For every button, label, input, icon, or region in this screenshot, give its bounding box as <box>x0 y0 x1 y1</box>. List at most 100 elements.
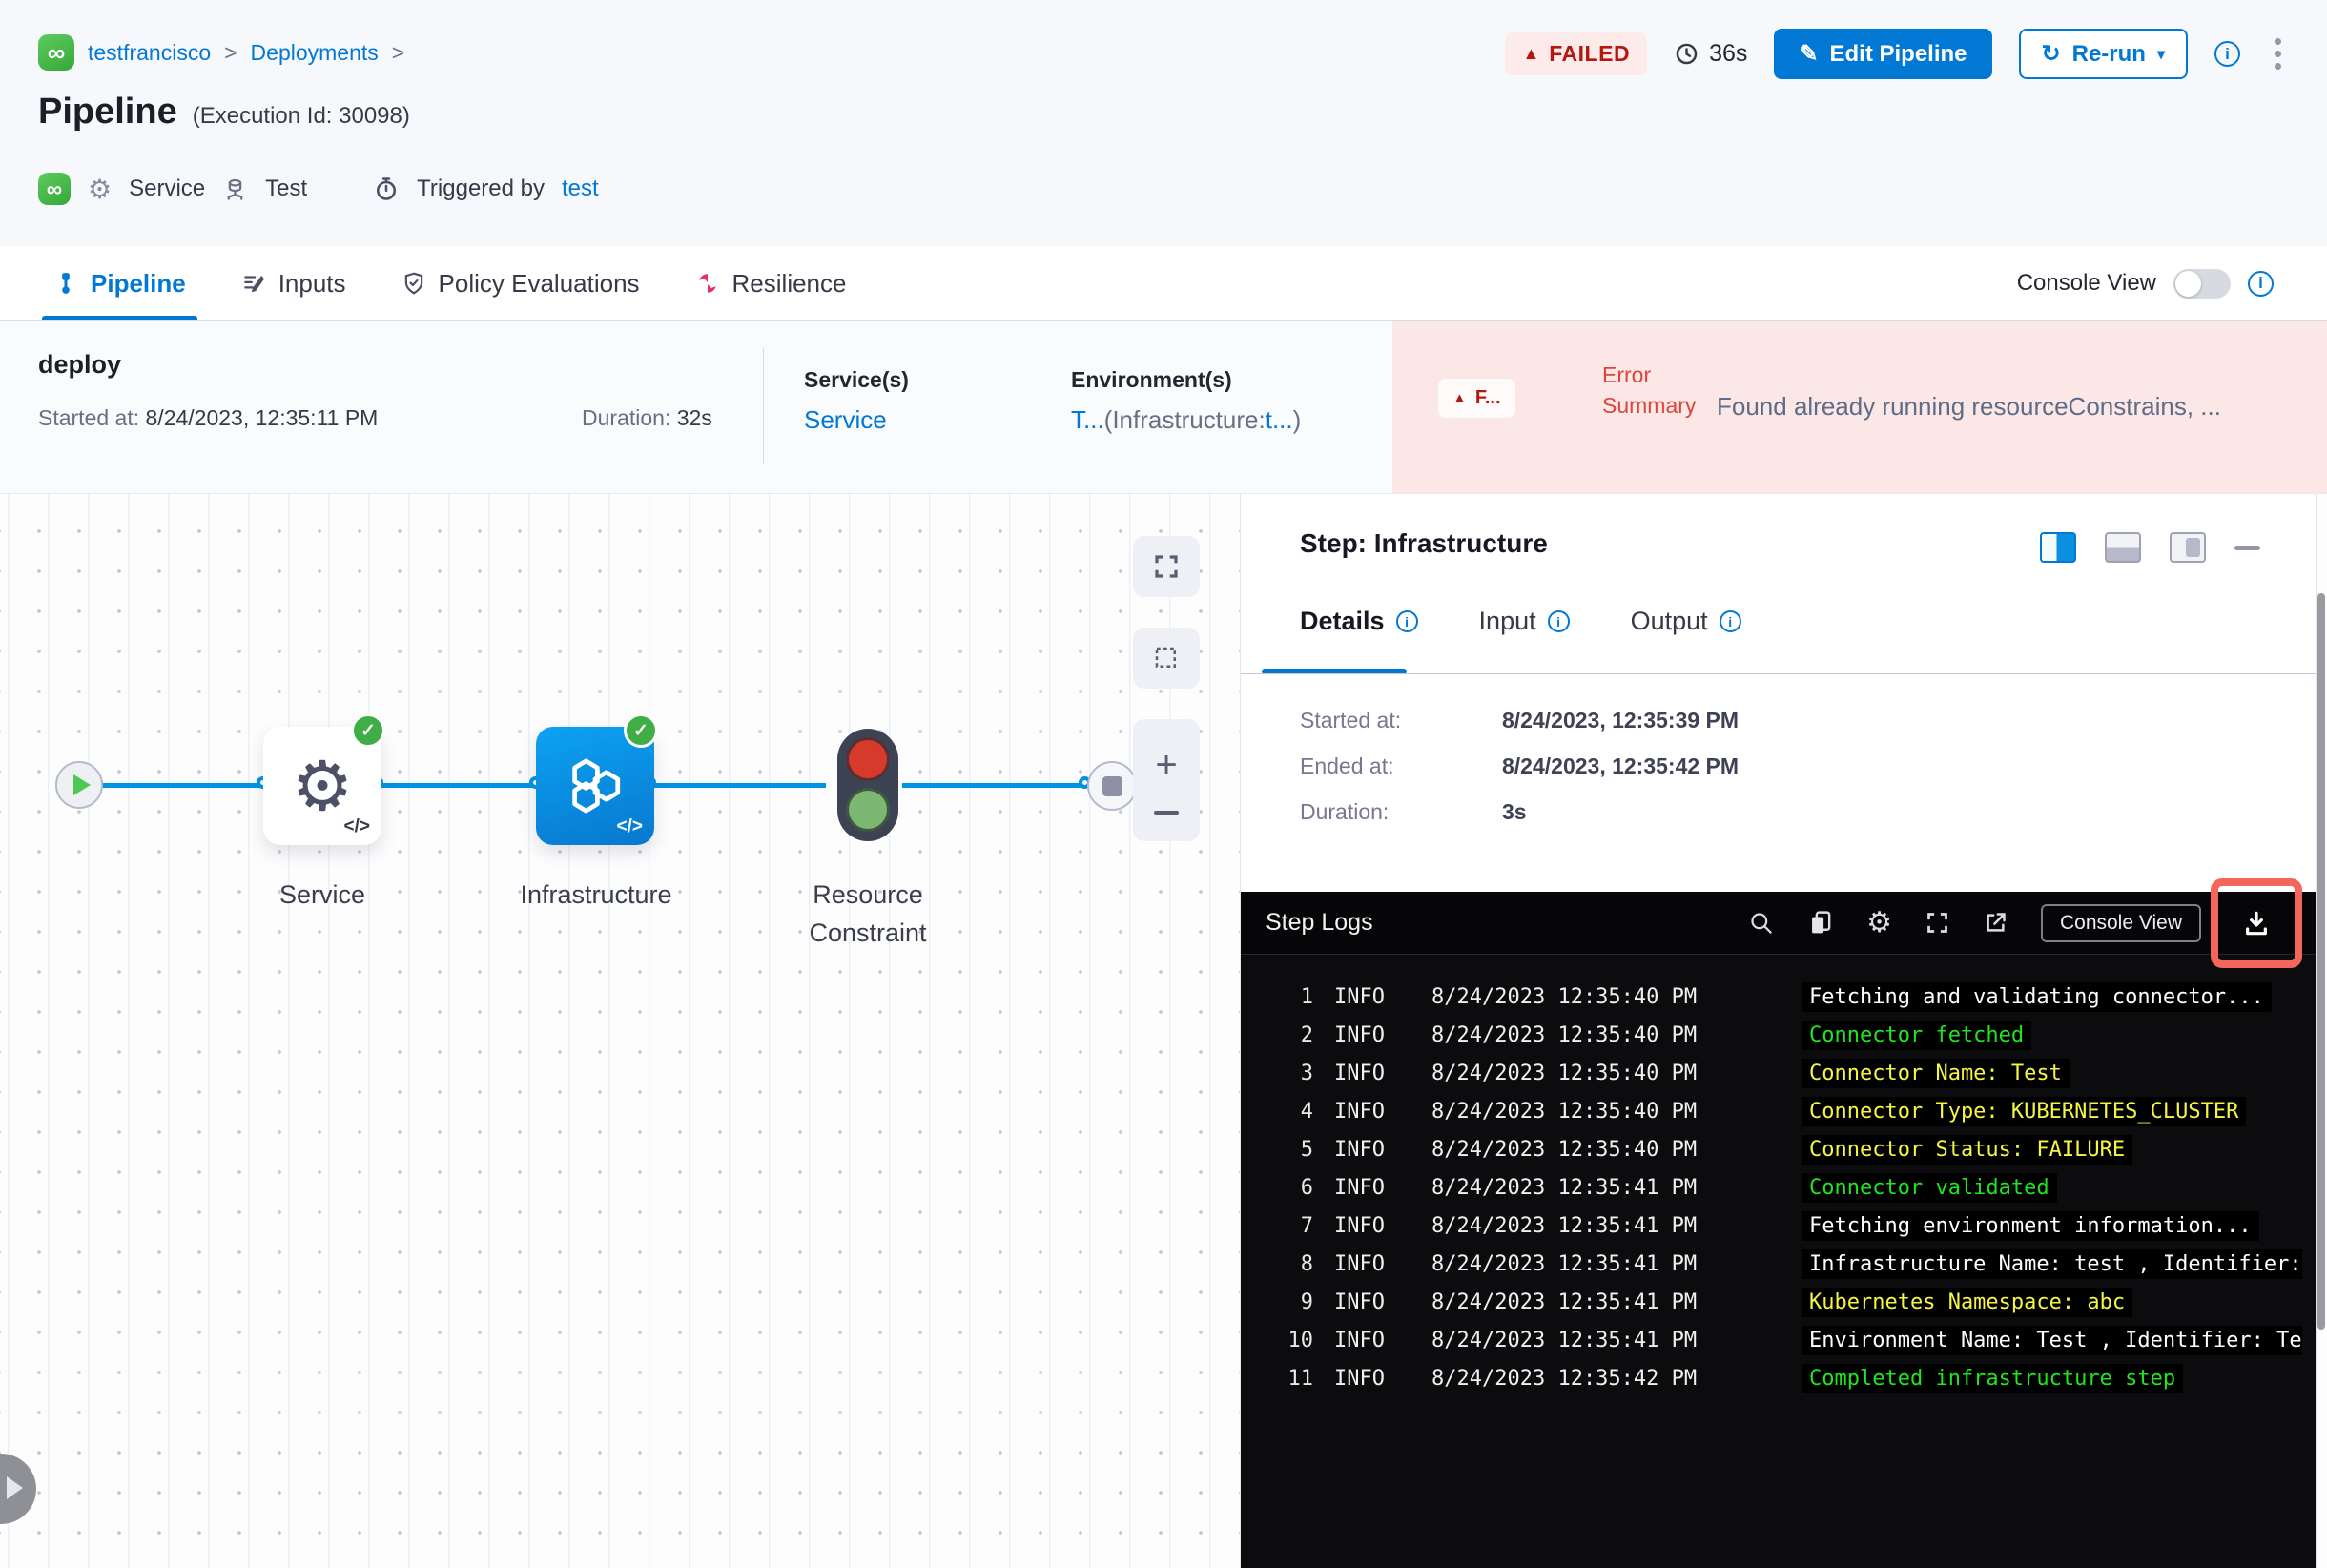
log-row: 6 INFO 8/24/2023 12:35:41 PM Connector vali… <box>1273 1168 2302 1207</box>
stopwatch-icon <box>373 175 400 202</box>
breadcrumb: ∞ testfrancisco > Deployments > <box>38 34 404 71</box>
stage-summary-bar: deploy Started at: 8/24/2023, 12:35:11 P… <box>0 321 2327 493</box>
environment-icon <box>222 176 248 202</box>
end-node <box>1087 761 1137 811</box>
console-view-toggle[interactable] <box>2173 268 2231 299</box>
info-icon[interactable]: i <box>2214 41 2240 67</box>
clock-icon <box>1674 41 1699 67</box>
triggered-by-link[interactable]: test <box>562 175 599 202</box>
detail-duration: Duration: 3s <box>1300 799 1527 824</box>
info-icon[interactable]: i <box>1547 610 1570 632</box>
copy-icon[interactable] <box>1806 909 1834 937</box>
detail-ended-at: Ended at: 8/24/2023, 12:35:42 PM <box>1300 753 1740 778</box>
service-gear-icon: ⚙ <box>88 174 113 204</box>
step-node-infrastructure[interactable]: </> ✓ <box>536 713 658 845</box>
tab-output[interactable]: Output i <box>1631 607 1741 636</box>
search-icon[interactable] <box>1748 910 1774 936</box>
rerun-button[interactable]: ↻ Re-run ▾ <box>2018 29 2188 79</box>
success-check-icon: ✓ <box>351 713 385 748</box>
harness-logo-icon: ∞ <box>38 34 74 71</box>
zoom-controls: + <box>1133 719 1200 841</box>
zoom-out-button[interactable] <box>1154 811 1179 815</box>
tab-pipeline[interactable]: Pipeline <box>42 246 197 320</box>
breadcrumb-separator: > <box>391 39 405 65</box>
download-logs-highlight[interactable] <box>2211 878 2302 968</box>
step-logs-console: Step Logs ⚙ Console View 1 INFO 8/24/202… <box>1241 878 2316 1568</box>
pipeline-graph-canvas[interactable]: ⚙ </> ✓ Service </> ✓ Infrastructure Res… <box>0 494 1240 1568</box>
step-node-service[interactable]: ⚙ </> ✓ <box>263 713 385 845</box>
code-icon: </> <box>616 816 643 836</box>
info-icon[interactable]: i <box>1395 610 1418 632</box>
fullscreen-icon[interactable] <box>1925 910 1950 936</box>
log-row: 9 INFO 8/24/2023 12:35:41 PM Kubernetes Nam… <box>1273 1283 2302 1321</box>
step-logs-title: Step Logs <box>1266 909 1373 936</box>
zoom-in-button[interactable]: + <box>1155 746 1177 784</box>
content-area: ⚙ </> ✓ Service </> ✓ Infrastructure Res… <box>0 493 2327 1568</box>
tab-resilience[interactable]: Resilience <box>695 246 846 320</box>
stage-started-at: Started at: 8/24/2023, 12:35:11 PM <box>38 405 379 430</box>
minimize-panel-button[interactable] <box>2234 545 2260 550</box>
console-view-button[interactable]: Console View <box>2040 903 2201 942</box>
log-rows: 1 INFO 8/24/2023 12:35:40 PM Fetching and v… <box>1273 978 2302 1560</box>
panel-scrollbar-thumb[interactable] <box>2317 593 2325 1330</box>
main-tab-bar: Pipeline Inputs Policy Evaluations Resil… <box>0 246 2327 321</box>
error-summary-zone: ▲ F... Error Summary Found already runni… <box>1392 321 2327 493</box>
open-in-new-icon[interactable] <box>1983 910 2008 936</box>
edit-pipeline-button[interactable]: ✎ Edit Pipeline <box>1774 29 1992 79</box>
tab-details[interactable]: Details i <box>1300 607 1418 636</box>
red-light-icon <box>846 737 890 781</box>
right-view-icon[interactable] <box>2040 532 2076 563</box>
environments-label: Environment(s) <box>1071 367 1232 392</box>
info-icon[interactable]: i <box>2248 270 2274 297</box>
bottom-view-icon[interactable] <box>2105 532 2141 563</box>
breadcrumb-deployments-link[interactable]: Deployments <box>251 40 379 66</box>
stop-icon <box>1102 775 1122 796</box>
inputs-icon <box>241 271 266 296</box>
more-options-button[interactable] <box>2267 34 2289 73</box>
services-link[interactable]: Service <box>804 405 887 435</box>
step-panel-tabs: Details i Input i Output i <box>1300 607 1741 636</box>
floating-view-icon[interactable] <box>2170 532 2206 563</box>
info-icon[interactable]: i <box>1719 610 1741 632</box>
tab-policy-evaluations[interactable]: Policy Evaluations <box>402 246 640 320</box>
tab-inputs[interactable]: Inputs <box>241 246 346 320</box>
status-badge: ▲ FAILED <box>1505 32 1648 75</box>
log-row: 2 INFO 8/24/2023 12:35:40 PM Connector fetc… <box>1273 1016 2302 1054</box>
meta-service-label[interactable]: Service <box>129 175 205 202</box>
error-summary-text: Found already running resourceConstrains… <box>1717 392 2221 421</box>
canvas-fullscreen-button[interactable] <box>1133 536 1200 597</box>
edge-resource-end <box>902 783 1089 788</box>
panel-view-switcher <box>2040 532 2260 563</box>
canvas-select-button[interactable] <box>1133 628 1200 689</box>
meta-environment-label[interactable]: Test <box>265 175 307 202</box>
expand-panel-handle[interactable] <box>0 1454 36 1524</box>
triggered-by-label: Triggered by <box>417 175 545 201</box>
resource-constraint-node-label: Resource Constraint <box>809 880 927 947</box>
pipeline-icon <box>53 271 78 296</box>
edge-service-infrastructure <box>380 783 538 788</box>
summary-divider <box>763 348 764 464</box>
harness-logo-icon: ∞ <box>38 173 71 205</box>
header-actions: ▲ FAILED 36s ✎ Edit Pipeline ↻ Re-run ▾ <box>1505 29 2289 79</box>
step-node-resource-constraint[interactable] <box>837 729 898 841</box>
shield-check-icon <box>402 271 426 296</box>
start-node <box>55 761 103 809</box>
log-row: 10 INFO 8/24/2023 12:35:41 PM Environment N… <box>1273 1321 2302 1359</box>
warning-icon: ▲ <box>1452 390 1467 406</box>
step-panel-title: Step: Infrastructure <box>1300 528 1548 558</box>
edge-start-service <box>99 783 265 788</box>
page-title: Pipeline <box>38 92 177 132</box>
top-header: ∞ testfrancisco > Deployments > Pipeline… <box>0 0 2327 246</box>
log-row: 7 INFO 8/24/2023 12:35:41 PM Fetching envir… <box>1273 1207 2302 1245</box>
download-icon <box>2241 908 2272 939</box>
resilience-icon <box>695 271 720 296</box>
log-settings-gear-icon[interactable]: ⚙ <box>1866 906 1892 939</box>
warning-icon: ▲ <box>1522 44 1540 63</box>
stage-name[interactable]: deploy <box>38 350 121 380</box>
tab-input[interactable]: Input i <box>1479 607 1570 636</box>
environments-value[interactable]: T...(Infrastructure:t...) <box>1071 405 1301 435</box>
log-row: 3 INFO 8/24/2023 12:35:40 PM Connector Name… <box>1273 1054 2302 1092</box>
breadcrumb-project-link[interactable]: testfrancisco <box>88 40 211 66</box>
play-icon <box>72 774 91 795</box>
detail-started-at: Started at: 8/24/2023, 12:35:39 PM <box>1300 708 1740 732</box>
